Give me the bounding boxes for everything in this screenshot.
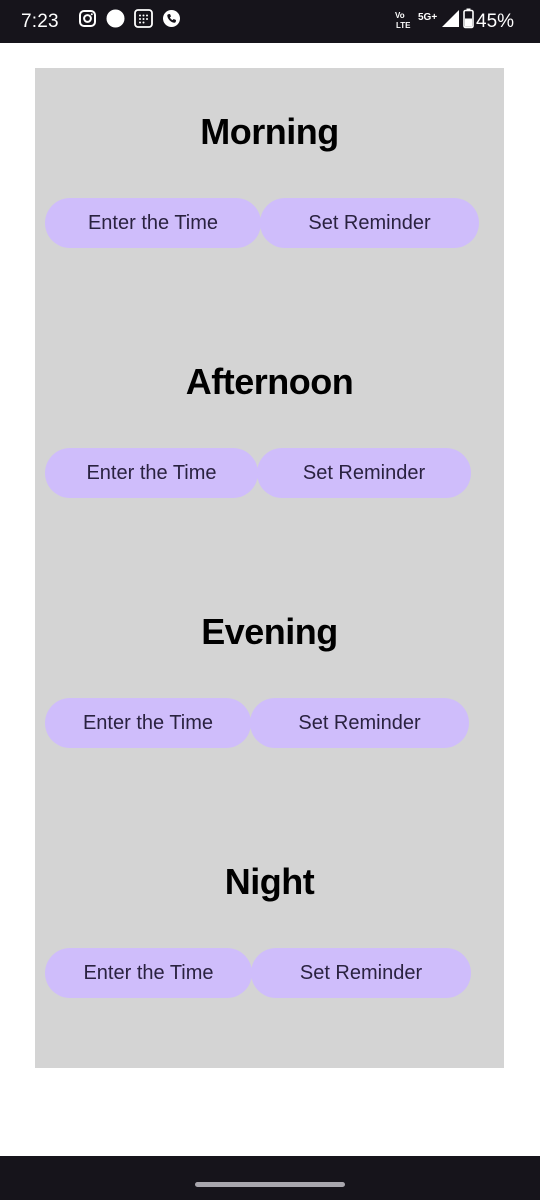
section-title-morning: Morning xyxy=(200,111,339,152)
network-bottom-label: LTE xyxy=(396,21,411,30)
battery-percent: 45% xyxy=(476,11,515,32)
home-indicator[interactable] xyxy=(195,1182,345,1187)
reminder-card: Morning Enter the Time Set Reminder Afte… xyxy=(35,68,504,1068)
status-time: 7:23 xyxy=(21,11,59,32)
status-bar: 7:23 Vo LTE 5G+ 45% xyxy=(0,0,540,43)
section-title-afternoon: Afternoon xyxy=(185,361,354,402)
set-reminder-button-evening[interactable]: Set Reminder xyxy=(250,698,469,748)
calendar-icon xyxy=(134,9,153,33)
wifi-calling-icon: Vo LTE 5G+ xyxy=(395,11,441,35)
set-reminder-button-night[interactable]: Set Reminder xyxy=(251,948,471,998)
signal-icon xyxy=(441,9,460,33)
circle-icon xyxy=(106,9,125,33)
set-reminder-button-morning[interactable]: Set Reminder xyxy=(260,198,479,248)
enter-time-button-evening[interactable]: Enter the Time xyxy=(45,698,251,748)
enter-time-button-night[interactable]: Enter the Time xyxy=(45,948,252,998)
enter-time-button-afternoon[interactable]: Enter the Time xyxy=(45,448,258,498)
network-top-label: Vo xyxy=(395,11,405,20)
set-reminder-button-afternoon[interactable]: Set Reminder xyxy=(257,448,471,498)
phone-icon xyxy=(162,9,181,33)
network-type-label: 5G+ xyxy=(418,12,438,23)
navigation-bar xyxy=(0,1156,540,1200)
battery-icon xyxy=(463,8,474,34)
instagram-icon xyxy=(79,10,96,32)
section-title-night: Night xyxy=(224,861,315,902)
section-title-evening: Evening xyxy=(201,611,338,652)
enter-time-button-morning[interactable]: Enter the Time xyxy=(45,198,261,248)
